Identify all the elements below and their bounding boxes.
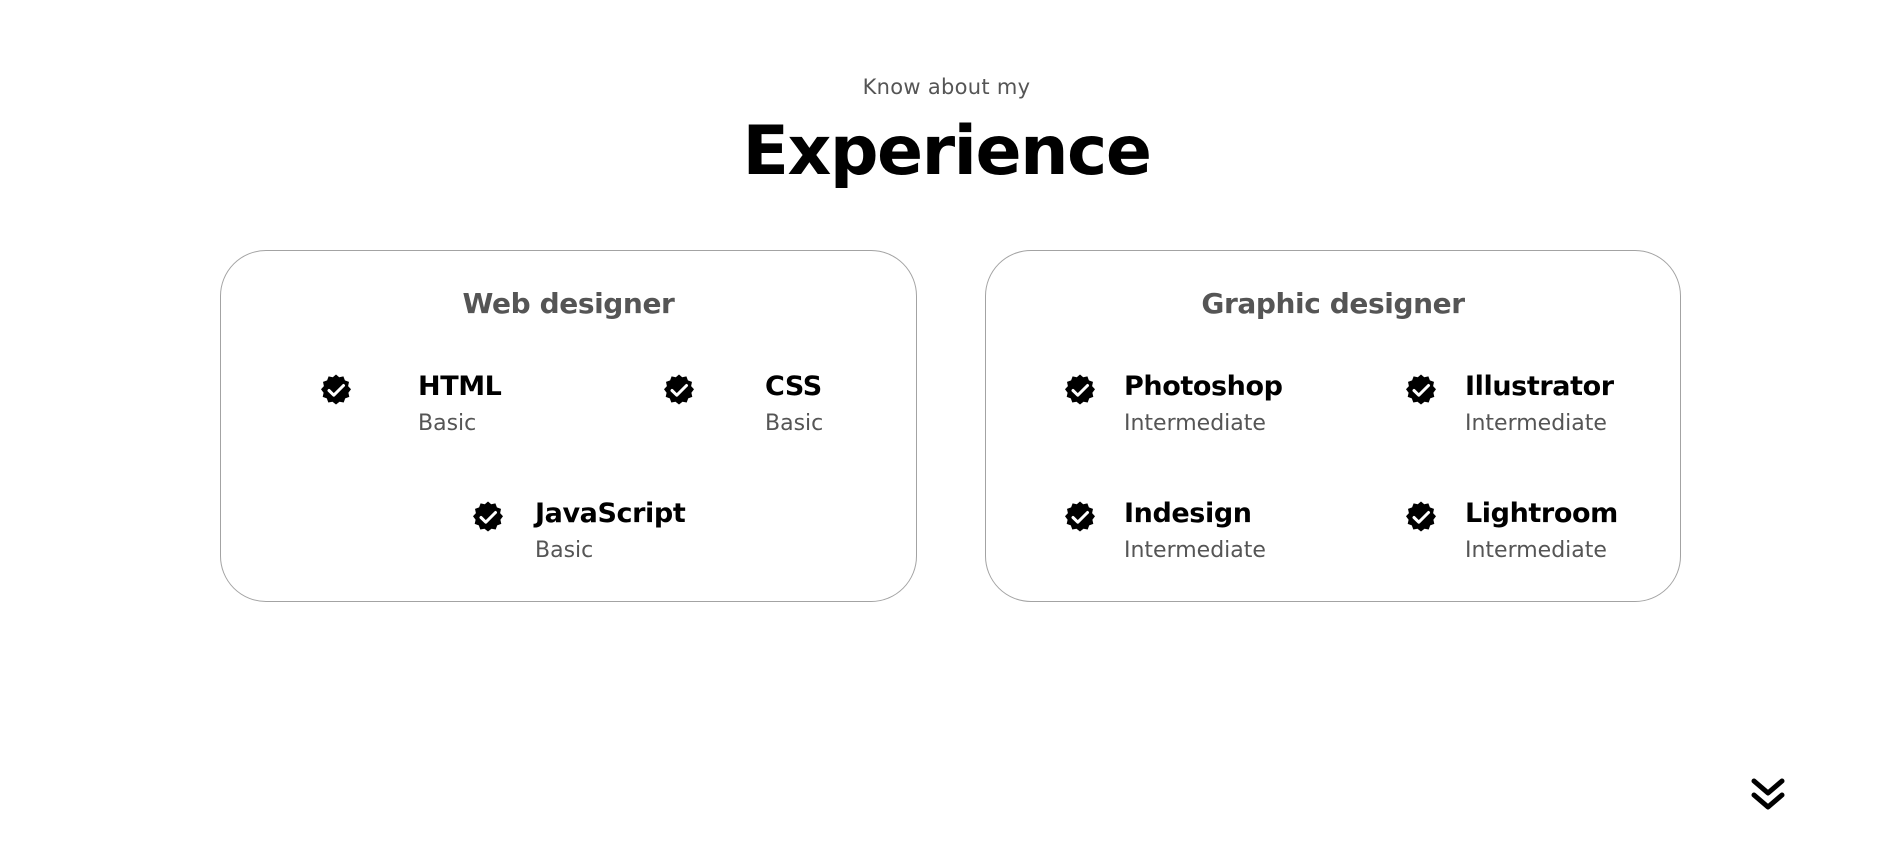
- graphic-designer-card: Graphic designer Photoshop Intermediate …: [985, 250, 1681, 602]
- double-chevron-down-icon[interactable]: [1750, 775, 1786, 815]
- skill-name: Lightroom: [1465, 498, 1618, 529]
- section-kicker: Know about my: [862, 75, 1031, 99]
- verified-check-icon: [318, 373, 354, 409]
- skill-name: Photoshop: [1124, 371, 1283, 402]
- skill-level: Basic: [418, 411, 477, 436]
- skill-level: Basic: [535, 538, 594, 563]
- web-designer-card: Web designer HTML Basic CSS Basic JavaSc…: [220, 250, 917, 602]
- skill-level: Basic: [765, 411, 824, 436]
- skill-name: JavaScript: [535, 498, 686, 529]
- skill-level: Intermediate: [1465, 538, 1607, 563]
- card-title: Web designer: [462, 287, 675, 320]
- verified-check-icon: [1403, 500, 1439, 536]
- card-title: Graphic designer: [1201, 287, 1465, 320]
- skill-level: Intermediate: [1465, 411, 1607, 436]
- verified-check-icon: [1403, 373, 1439, 409]
- skill-name: HTML: [418, 371, 502, 402]
- section-title: Experience: [742, 112, 1152, 191]
- skill-level: Intermediate: [1124, 538, 1266, 563]
- skill-name: CSS: [765, 371, 822, 402]
- verified-check-icon: [1062, 500, 1098, 536]
- verified-check-icon: [1062, 373, 1098, 409]
- verified-check-icon: [470, 500, 506, 536]
- skill-name: Indesign: [1124, 498, 1252, 529]
- verified-check-icon: [661, 373, 697, 409]
- skill-level: Intermediate: [1124, 411, 1266, 436]
- skill-name: Illustrator: [1465, 371, 1614, 402]
- experience-section: Know about my Experience Web designer HT…: [0, 0, 1893, 863]
